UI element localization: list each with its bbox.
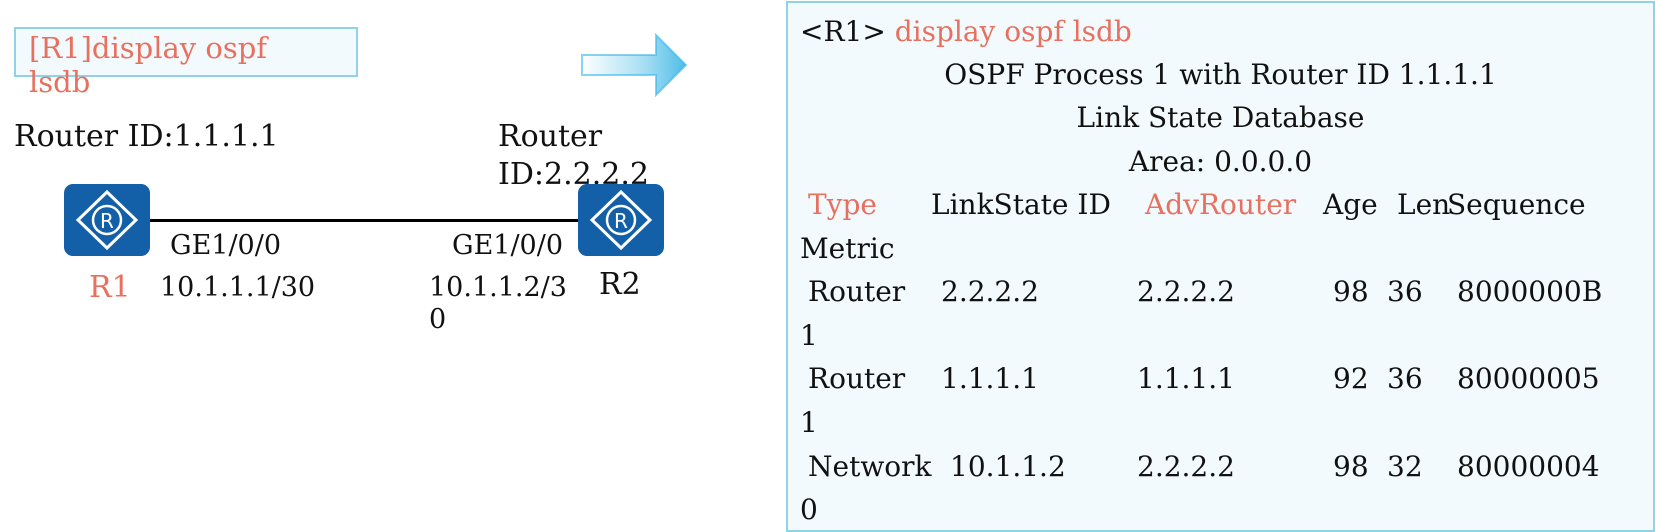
row-3-linkstate-id: 10.1.1.2	[950, 450, 1066, 483]
command-text: [R1]display ospf lsdb	[29, 31, 268, 99]
command: display ospf lsdb	[894, 15, 1132, 48]
r2-ip: 10.1.1.2/30	[429, 272, 567, 335]
row-3-advrouter: 2.2.2.2	[1137, 450, 1235, 483]
header-age: Age	[1323, 188, 1378, 221]
process-line: OSPF Process 1 with Router ID 1.1.1.1	[944, 58, 1497, 91]
db-title: Link State Database	[1076, 101, 1365, 134]
r1-name: R1	[89, 270, 131, 305]
prompt: <R1>	[800, 15, 886, 48]
header-type: Type	[808, 188, 877, 221]
area-line: Area: 0.0.0.0	[1128, 145, 1313, 178]
row-2-metric: 1	[800, 406, 818, 439]
row-1-metric: 1	[800, 319, 818, 352]
row-1-type: Router	[808, 275, 906, 308]
row-1-linkstate-id: 2.2.2.2	[941, 275, 1039, 308]
svg-text:R: R	[100, 209, 114, 233]
router-icon: R	[64, 184, 150, 256]
row-3-type: Network	[808, 450, 932, 483]
row-3-age: 98	[1333, 450, 1369, 483]
row-2-advrouter: 1.1.1.1	[1137, 362, 1235, 395]
r2-router-id: Router ID:2.2.2.2	[498, 119, 649, 192]
header-advrouter: AdvRouter	[1145, 188, 1297, 221]
r2-name: R2	[599, 267, 641, 302]
row-3-sequence: 80000004	[1457, 450, 1600, 483]
row-3-len: 32	[1387, 450, 1423, 483]
r1-ip: 10.1.1.1/30	[160, 272, 316, 303]
row-2-len: 36	[1387, 362, 1423, 395]
row-1-len: 36	[1387, 275, 1423, 308]
row-2-type: Router	[808, 362, 906, 395]
row-2-sequence: 80000005	[1457, 362, 1600, 395]
svg-text:R: R	[614, 209, 628, 233]
row-2-age: 92	[1333, 362, 1369, 395]
row-2-linkstate-id: 1.1.1.1	[941, 362, 1039, 395]
header-len: Len	[1397, 188, 1451, 221]
header-linkstate-id: LinkState ID	[931, 188, 1111, 221]
router-icon: R	[578, 184, 664, 256]
row-3-metric: 0	[800, 493, 818, 526]
row-1-age: 98	[1333, 275, 1369, 308]
r1-interface: GE1/0/0	[170, 230, 282, 261]
row-1-advrouter: 2.2.2.2	[1137, 275, 1235, 308]
arrow-right-icon	[580, 32, 690, 101]
row-1-sequence: 8000000B	[1457, 275, 1603, 308]
r1-router-id: Router ID:1.1.1.1	[14, 119, 279, 154]
cli-line: <R1> display ospf lsdb	[800, 15, 1132, 49]
link-line	[148, 219, 578, 222]
r2-interface: GE1/0/0	[452, 230, 564, 261]
header-sequence: Sequence	[1447, 188, 1586, 221]
header-metric: Metric	[800, 232, 895, 265]
